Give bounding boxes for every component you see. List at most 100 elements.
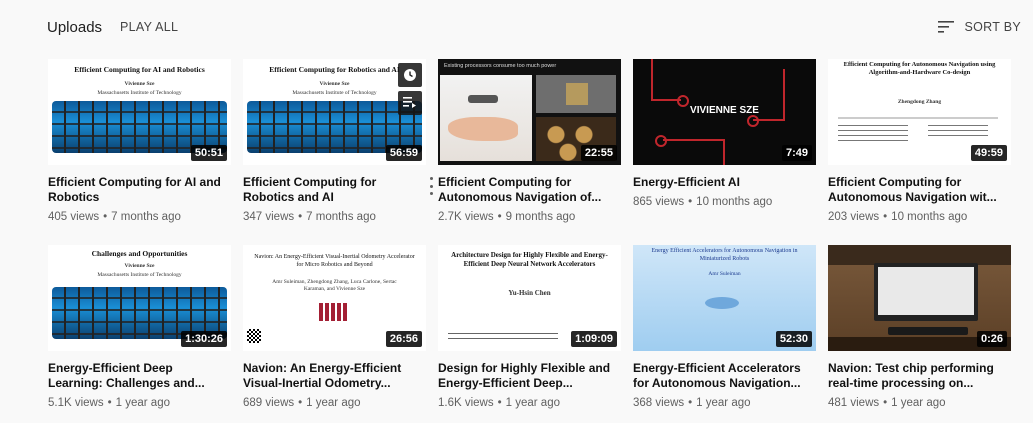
- qr-code-icon: [247, 329, 261, 343]
- video-thumbnail[interactable]: Existing processors consume too much pow…: [438, 59, 621, 165]
- video-thumbnail[interactable]: Efficient Computing for AI and Robotics …: [48, 59, 231, 165]
- video-card[interactable]: 0:26 Navion: Test chip performing real-t…: [828, 245, 1011, 409]
- clock-icon: [404, 69, 416, 81]
- upload-age: 1 year ago: [306, 397, 361, 409]
- video-meta: 347 views • 7 months ago: [243, 211, 426, 223]
- video-card[interactable]: Architecture Design for Highly Flexible …: [438, 245, 621, 409]
- upload-age: 9 months ago: [505, 211, 576, 223]
- video-title[interactable]: Efficient Computing for Autonomous Navig…: [828, 175, 1011, 205]
- separator-dot: •: [298, 211, 303, 223]
- separator-dot: •: [103, 211, 108, 223]
- thumb-heading: Energy Efficient Accelerators for Autono…: [651, 248, 798, 262]
- chip-image: [536, 75, 616, 113]
- video-thumbnail[interactable]: Navion: An Energy-Efficient Visual-Inert…: [243, 245, 426, 351]
- thumb-name: Zhengdong Zhang: [897, 99, 942, 105]
- view-count: 2.7K views: [438, 211, 494, 223]
- robot-hand-image: [705, 297, 739, 309]
- separator-dot: •: [107, 397, 112, 409]
- mit-logo-icon: [319, 303, 349, 321]
- duration-badge: 50:51: [190, 145, 227, 161]
- separator-dot: •: [883, 397, 888, 409]
- thumb-heading: Existing processors consume too much pow…: [444, 63, 557, 69]
- duration-badge: 0:26: [976, 331, 1007, 347]
- video-title[interactable]: Design for Highly Flexible and Energy-Ef…: [438, 361, 621, 391]
- video-card[interactable]: Efficient Computing for Autonomous Navig…: [828, 59, 1011, 223]
- video-card[interactable]: Existing processors consume too much pow…: [438, 59, 621, 223]
- separator-dot: •: [688, 196, 693, 208]
- add-to-queue-button[interactable]: [398, 91, 422, 115]
- video-meta: 203 views • 10 months ago: [828, 211, 1011, 223]
- queue-icon: [403, 97, 416, 108]
- separator-dot: •: [883, 211, 888, 223]
- separator-dot: •: [497, 397, 502, 409]
- duration-badge: 52:30: [775, 331, 812, 347]
- video-title[interactable]: Energy-Efficient Deep Learning: Challeng…: [48, 361, 231, 391]
- video-title[interactable]: Efficient Computing for Autonomous Navig…: [438, 175, 621, 205]
- video-meta: 689 views • 1 year ago: [243, 397, 426, 409]
- thumb-heading: Efficient Computing for Autonomous Navig…: [843, 61, 996, 76]
- thumb-heading: Architecture Design for Highly Flexible …: [451, 251, 608, 268]
- thumb-name: Amr Suleiman, Zhengdong Zhang, Luca Carl…: [272, 279, 397, 292]
- duration-badge: 22:55: [580, 145, 617, 161]
- video-thumbnail[interactable]: Architecture Design for Highly Flexible …: [438, 245, 621, 351]
- duration-badge: 1:09:09: [571, 331, 617, 347]
- video-title[interactable]: Energy-Efficient AI: [633, 175, 816, 190]
- video-meta: 368 views • 1 year ago: [633, 397, 816, 409]
- view-count: 203 views: [828, 211, 880, 223]
- watch-later-button[interactable]: [398, 63, 422, 87]
- video-title[interactable]: Energy-Efficient Accelerators for Autono…: [633, 361, 816, 391]
- upload-age: 10 months ago: [891, 211, 968, 223]
- separator-dot: •: [298, 397, 303, 409]
- upload-age: 7 months ago: [306, 211, 376, 223]
- video-thumbnail[interactable]: Challenges and Opportunities Vivienne Sz…: [48, 245, 231, 351]
- view-count: 368 views: [633, 397, 685, 409]
- video-card[interactable]: Navion: An Energy-Efficient Visual-Inert…: [243, 245, 426, 409]
- video-meta: 1.6K views • 1 year ago: [438, 397, 621, 409]
- view-count: 1.6K views: [438, 397, 494, 409]
- video-card[interactable]: Efficient Computing for Robotics and AI …: [243, 59, 433, 223]
- duration-badge: 49:59: [970, 145, 1007, 161]
- video-grid: Efficient Computing for AI and Robotics …: [48, 59, 1011, 409]
- video-thumbnail[interactable]: 0:26: [828, 245, 1011, 351]
- video-card[interactable]: Efficient Computing for AI and Robotics …: [48, 59, 231, 223]
- separator-dot: •: [688, 397, 693, 409]
- upload-age: 1 year ago: [115, 397, 170, 409]
- more-vertical-icon[interactable]: [426, 177, 436, 195]
- video-card[interactable]: VIVIENNE SZE 7:49 Energy-Efficient AI 86…: [633, 59, 816, 223]
- video-title[interactable]: Efficient Computing for Robotics and AI: [243, 175, 426, 205]
- view-count: 347 views: [243, 211, 295, 223]
- video-card[interactable]: Energy Efficient Accelerators for Autono…: [633, 245, 816, 409]
- video-thumbnail[interactable]: VIVIENNE SZE 7:49: [633, 59, 816, 165]
- sort-lines-icon: [938, 21, 955, 33]
- play-all-button[interactable]: PLAY ALL: [120, 20, 178, 34]
- video-thumbnail[interactable]: Efficient Computing for Autonomous Navig…: [828, 59, 1011, 165]
- duration-badge: 26:56: [385, 331, 422, 347]
- upload-age: 1 year ago: [696, 397, 751, 409]
- video-title[interactable]: Efficient Computing for AI and Robotics: [48, 175, 231, 205]
- thumb-heading: VIVIENNE SZE: [690, 105, 759, 116]
- view-count: 481 views: [828, 397, 880, 409]
- duration-badge: 56:59: [385, 145, 422, 161]
- video-meta: 865 views • 10 months ago: [633, 196, 816, 208]
- video-title[interactable]: Navion: Test chip performing real-time p…: [828, 361, 1011, 391]
- thumb-affil: Massachusetts Institute of Technology: [97, 272, 182, 278]
- video-title[interactable]: Navion: An Energy-Efficient Visual-Inert…: [243, 361, 426, 391]
- thumb-name: Vivienne Sze: [124, 81, 155, 87]
- video-card[interactable]: Challenges and Opportunities Vivienne Sz…: [48, 245, 231, 409]
- video-meta: 5.1K views • 1 year ago: [48, 397, 231, 409]
- view-count: 865 views: [633, 196, 685, 208]
- section-title: Uploads: [47, 18, 103, 36]
- thumb-name: Yu-Hsin Chen: [508, 289, 551, 297]
- thumb-heading: Challenges and Opportunities: [91, 249, 188, 258]
- video-thumbnail[interactable]: Efficient Computing for Robotics and AI …: [243, 59, 426, 165]
- sort-by-label: SORT BY: [964, 20, 1021, 34]
- view-count: 5.1K views: [48, 397, 104, 409]
- view-count: 405 views: [48, 211, 100, 223]
- video-thumbnail[interactable]: Energy Efficient Accelerators for Autono…: [633, 245, 816, 351]
- channel-uploads-section: Uploads PLAY ALL SORT BY Efficient Compu…: [0, 0, 1033, 423]
- thumb-affil: Massachusetts Institute of Technology: [97, 90, 182, 96]
- video-meta: 405 views • 7 months ago: [48, 211, 231, 223]
- duration-badge: 1:30:26: [181, 331, 227, 347]
- sort-by-button[interactable]: SORT BY: [938, 20, 1021, 34]
- upload-age: 1 year ago: [891, 397, 946, 409]
